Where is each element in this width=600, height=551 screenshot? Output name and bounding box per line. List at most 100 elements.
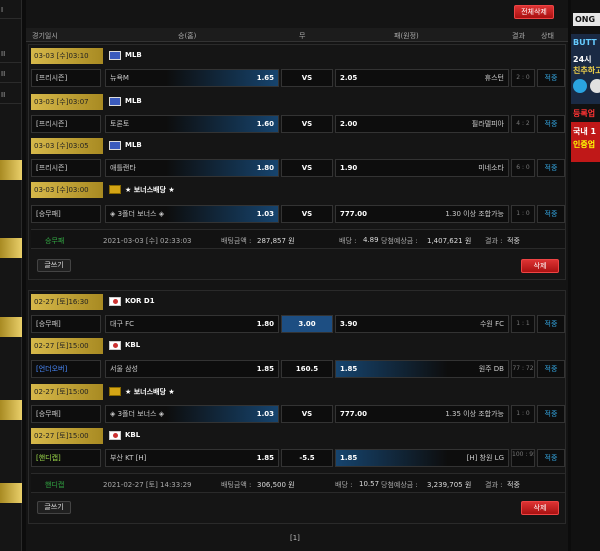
match-row: [프리시즌] 애틀랜타 1.80 VS 1.90 미네소타 6 : 0 적중 bbox=[31, 157, 565, 179]
left-banner[interactable] bbox=[0, 238, 22, 258]
left-nav-item[interactable]: II bbox=[0, 86, 22, 104]
kr-flag-icon bbox=[109, 431, 121, 440]
expected-amount: 3,239,705 원 bbox=[427, 481, 472, 489]
away-pick[interactable]: 3.90 수원 FC bbox=[335, 315, 509, 333]
contact-icon[interactable] bbox=[590, 79, 600, 93]
home-pick[interactable]: 토론토 1.60 bbox=[105, 115, 279, 133]
away-team: 1.35 이상 조합가능 bbox=[445, 410, 504, 418]
away-pick[interactable]: 2.00 필라델피아 bbox=[335, 115, 509, 133]
league-name: ★ 보너스배당 ★ bbox=[125, 186, 175, 194]
bet-type: [승무패] bbox=[31, 205, 101, 223]
home-odds: 1.03 bbox=[256, 410, 274, 418]
home-team: 부산 KT [H] bbox=[110, 454, 147, 462]
match-score: 1 : 0 bbox=[511, 405, 535, 423]
bet-amount-label: 배팅금액 : bbox=[221, 237, 252, 245]
left-banner[interactable] bbox=[0, 400, 22, 420]
home-team: 대구 FC bbox=[110, 320, 135, 328]
pagination[interactable]: [1] bbox=[290, 534, 300, 542]
draw-pick[interactable]: 3.00 bbox=[281, 315, 333, 333]
away-team: 미네소타 bbox=[478, 164, 504, 172]
away-pick[interactable]: 777.00 1.30 이상 조합가능 bbox=[335, 205, 509, 223]
draw-pick[interactable]: VS bbox=[281, 159, 333, 177]
bet-type: [프리시즌] bbox=[31, 115, 101, 133]
home-odds: 1.65 bbox=[256, 74, 274, 82]
home-team: ◈ 3폴더 보너스 ◈ bbox=[110, 210, 165, 218]
ad-text: 친추하고 bbox=[573, 66, 600, 75]
away-odds: 2.00 bbox=[340, 120, 358, 128]
draw-pick[interactable]: 160.5 bbox=[281, 360, 333, 378]
draw-pick[interactable]: -5.5 bbox=[281, 449, 333, 467]
table-header: 경기일시 승(홈) 무 패(원정) 결과 상태 bbox=[26, 28, 568, 42]
draw-pick[interactable]: VS bbox=[281, 115, 333, 133]
left-nav-item[interactable]: II bbox=[0, 65, 22, 83]
draw-pick[interactable]: VS bbox=[281, 69, 333, 87]
summary-datetime: 2021-02-27 [토] 14:33:29 bbox=[103, 481, 192, 489]
left-banner[interactable] bbox=[0, 317, 22, 337]
league-name: MLB bbox=[125, 97, 142, 105]
left-nav-item[interactable]: II bbox=[0, 45, 22, 63]
match-header: 02-27 [토]15:00 ★ 보너스배당 ★ bbox=[31, 383, 565, 401]
left-banner[interactable] bbox=[0, 160, 22, 180]
home-pick[interactable]: 애틀랜타 1.80 bbox=[105, 159, 279, 177]
left-banner[interactable] bbox=[0, 483, 22, 503]
ad-text: 인증업 bbox=[573, 140, 596, 149]
match-score: 1 : 1 bbox=[511, 315, 535, 333]
col-away: 패(원정) bbox=[394, 32, 419, 40]
match-date: 02-27 [토]15:00 bbox=[31, 384, 103, 400]
left-nav-item[interactable]: I bbox=[0, 1, 22, 19]
match-row: [승무패] ◈ 3폴더 보너스 ◈ 1.03 VS 777.00 1.35 이상 조… bbox=[31, 403, 565, 425]
home-pick[interactable]: ◈ 3폴더 보너스 ◈ 1.03 bbox=[105, 205, 279, 223]
match-score: 4 : 2 bbox=[511, 115, 535, 133]
home-odds: 1.03 bbox=[256, 210, 274, 218]
left-sidebar: I II II II bbox=[0, 0, 22, 551]
bet-amount: 287,857 원 bbox=[257, 237, 295, 245]
ad-logo: ONG bbox=[573, 13, 600, 26]
write-button[interactable]: 글쓰기 bbox=[37, 501, 71, 514]
match-header: 02-27 [토]15:00 KBL bbox=[31, 427, 565, 445]
home-pick[interactable]: 서울 삼성 1.85 bbox=[105, 360, 279, 378]
away-team: 필라델피아 bbox=[471, 120, 504, 128]
away-pick[interactable]: 777.00 1.35 이상 조합가능 bbox=[335, 405, 509, 423]
delete-button[interactable]: 삭제 bbox=[521, 259, 559, 273]
away-odds: 777.00 bbox=[340, 210, 368, 218]
bet-summary: 승무패 2021-03-03 [수] 02:33:03 배팅금액 : 287,8… bbox=[31, 229, 565, 249]
result-value: 적중 bbox=[507, 481, 520, 489]
home-team: 토론토 bbox=[110, 120, 130, 128]
match-date: 03-03 [수]03:00 bbox=[31, 182, 103, 198]
right-ad-banner[interactable]: ONG BUTT 24시 친추하고 등록업 국내 1 인증업 bbox=[571, 0, 600, 551]
bet-type: [프리시즌] bbox=[31, 69, 101, 87]
home-pick[interactable]: 뉴욕M 1.65 bbox=[105, 69, 279, 87]
draw-pick[interactable]: VS bbox=[281, 205, 333, 223]
bet-type: [핸디캡] bbox=[31, 449, 101, 467]
home-team: 서울 삼성 bbox=[110, 365, 138, 373]
match-row: [승무패] 대구 FC 1.80 3.00 3.90 수원 FC 1 : 1 적중 bbox=[31, 313, 565, 335]
away-team: 휴스턴 bbox=[484, 74, 504, 82]
draw-pick[interactable]: VS bbox=[281, 405, 333, 423]
telegram-icon[interactable] bbox=[573, 79, 587, 93]
home-team: ◈ 3폴더 보너스 ◈ bbox=[110, 410, 165, 418]
bet-history-panel: 전체삭제 경기일시 승(홈) 무 패(원정) 결과 상태 03-03 [수]03… bbox=[26, 0, 568, 551]
league-name: MLB bbox=[125, 141, 142, 149]
home-team: 뉴욕M bbox=[110, 74, 129, 82]
col-draw: 무 bbox=[299, 32, 306, 40]
delete-all-button[interactable]: 전체삭제 bbox=[514, 5, 554, 19]
match-score: 77 : 72 bbox=[511, 360, 535, 378]
kr-flag-icon bbox=[109, 341, 121, 350]
away-pick[interactable]: 1.85 원주 DB bbox=[335, 360, 509, 378]
away-pick[interactable]: 1.90 미네소타 bbox=[335, 159, 509, 177]
result-value: 적중 bbox=[507, 237, 520, 245]
away-pick[interactable]: 2.05 휴스턴 bbox=[335, 69, 509, 87]
away-odds: 2.05 bbox=[340, 74, 358, 82]
home-pick[interactable]: 대구 FC 1.80 bbox=[105, 315, 279, 333]
away-team: [H] 창원 LG bbox=[466, 454, 504, 462]
bet-amount: 306,500 원 bbox=[257, 481, 295, 489]
home-pick[interactable]: ◈ 3폴더 보너스 ◈ 1.03 bbox=[105, 405, 279, 423]
away-pick[interactable]: 1.85 [H] 창원 LG bbox=[335, 449, 509, 467]
league-name: MLB bbox=[125, 51, 142, 59]
home-pick[interactable]: 부산 KT [H] 1.85 bbox=[105, 449, 279, 467]
ad-text: 24시 bbox=[573, 55, 592, 64]
odds-label: 배당 : bbox=[335, 481, 353, 489]
delete-button[interactable]: 삭제 bbox=[521, 501, 559, 515]
write-button[interactable]: 글쓰기 bbox=[37, 259, 71, 272]
us-flag-icon bbox=[109, 51, 121, 60]
